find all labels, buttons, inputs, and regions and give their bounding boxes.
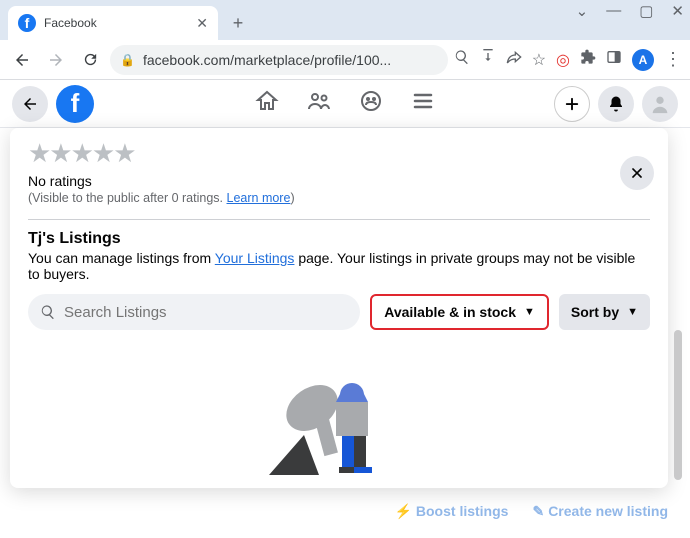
account-button[interactable] [642,86,678,122]
facebook-header: f [0,80,690,128]
arrow-left-icon [13,51,31,69]
boost-listings-link[interactable]: ⚡ Boost listings [394,503,508,520]
notifications-button[interactable] [598,86,634,122]
note-suffix: ) [290,191,294,205]
address-bar[interactable]: 🔒 facebook.com/marketplace/profile/100..… [110,45,448,75]
divider [28,219,650,220]
lock-icon: 🔒 [120,53,135,67]
facebook-favicon: f [18,14,36,32]
facebook-logo[interactable]: f [56,85,94,123]
create-button[interactable] [554,86,590,122]
share-icon[interactable] [506,49,522,70]
minimize-icon[interactable]: — [606,2,621,20]
scrollbar[interactable] [674,330,682,480]
maximize-icon[interactable]: ▢ [639,2,653,20]
search-field[interactable] [64,304,348,321]
extensions-icon[interactable] [580,49,596,70]
sort-label: Sort by [571,304,619,320]
create-listing-link[interactable]: ✎Create new listing [532,503,668,520]
url-text: facebook.com/marketplace/profile/100... [143,52,391,68]
ratings-visibility-note: (Visible to the public after 0 ratings. … [28,191,650,205]
toolbar-icons: ☆ ◎ A ⋮ [454,49,682,71]
tab-title: Facebook [44,16,188,30]
chevron-down-icon[interactable]: ⌄ [576,2,589,20]
install-icon[interactable] [480,49,496,70]
boost-icon: ⚡ [394,503,411,519]
close-panel-button[interactable] [620,156,654,190]
profile-panel: ★★★★★ No ratings (Visible to the public … [10,128,668,488]
reload-button[interactable] [76,46,104,74]
browser-tab-strip: ⌄ — ▢ ✕ f Facebook ✕ + [0,0,690,40]
listings-title: Tj's Listings [28,230,650,248]
window-controls: ⌄ — ▢ ✕ [576,2,684,20]
bell-icon [607,95,625,113]
learn-more-link[interactable]: Learn more [227,191,291,205]
search-icon[interactable] [454,49,470,70]
reload-icon [82,51,99,68]
no-ratings-text: No ratings [28,173,650,189]
search-listings-input[interactable] [28,294,360,330]
rating-stars: ★★★★★ [28,138,650,169]
browser-tab[interactable]: f Facebook ✕ [8,6,218,40]
filter-label: Available & in stock [384,304,516,320]
fb-nav-center [255,89,435,118]
browser-toolbar: 🔒 facebook.com/marketplace/profile/100..… [0,40,690,80]
desc-prefix: You can manage listings from [28,250,215,266]
bookmark-star-icon[interactable]: ☆ [532,50,546,70]
user-icon [649,93,671,115]
tab-close-icon[interactable]: ✕ [196,15,208,32]
sort-by-button[interactable]: Sort by ▼ [559,294,650,330]
note-prefix: (Visible to the public after 0 ratings. [28,191,227,205]
caret-down-icon: ▼ [524,306,535,318]
arrow-right-icon [47,51,65,69]
back-button[interactable] [8,46,36,74]
fb-header-right [554,86,678,122]
empty-state-illustration [28,360,650,480]
profile-avatar[interactable]: A [632,49,654,71]
caret-down-icon: ▼ [627,306,638,318]
close-window-icon[interactable]: ✕ [671,2,684,20]
search-icon [40,304,56,320]
sidepanel-icon[interactable] [606,49,622,70]
record-icon[interactable]: ◎ [556,50,570,70]
create-icon: ✎ [532,503,544,519]
plus-icon [563,95,581,113]
listings-controls: Available & in stock ▼ Sort by ▼ [28,294,650,330]
bottom-actions: ⚡ Boost listings ✎Create new listing [18,503,668,520]
arrow-left-icon [21,95,39,113]
groups-icon[interactable] [359,89,383,118]
your-listings-link[interactable]: Your Listings [215,250,295,266]
menu-icon[interactable] [411,89,435,118]
fb-back-button[interactable] [12,86,48,122]
friends-icon[interactable] [307,89,331,118]
filter-availability-button[interactable]: Available & in stock ▼ [370,294,549,330]
boost-label: Boost listings [416,503,509,519]
forward-button[interactable] [42,46,70,74]
menu-dots-icon[interactable]: ⋮ [664,49,682,70]
close-icon [629,165,645,181]
home-icon[interactable] [255,89,279,118]
new-tab-button[interactable]: + [224,9,252,37]
create-label: Create new listing [548,503,668,519]
listings-desc: You can manage listings from Your Listin… [28,250,650,282]
